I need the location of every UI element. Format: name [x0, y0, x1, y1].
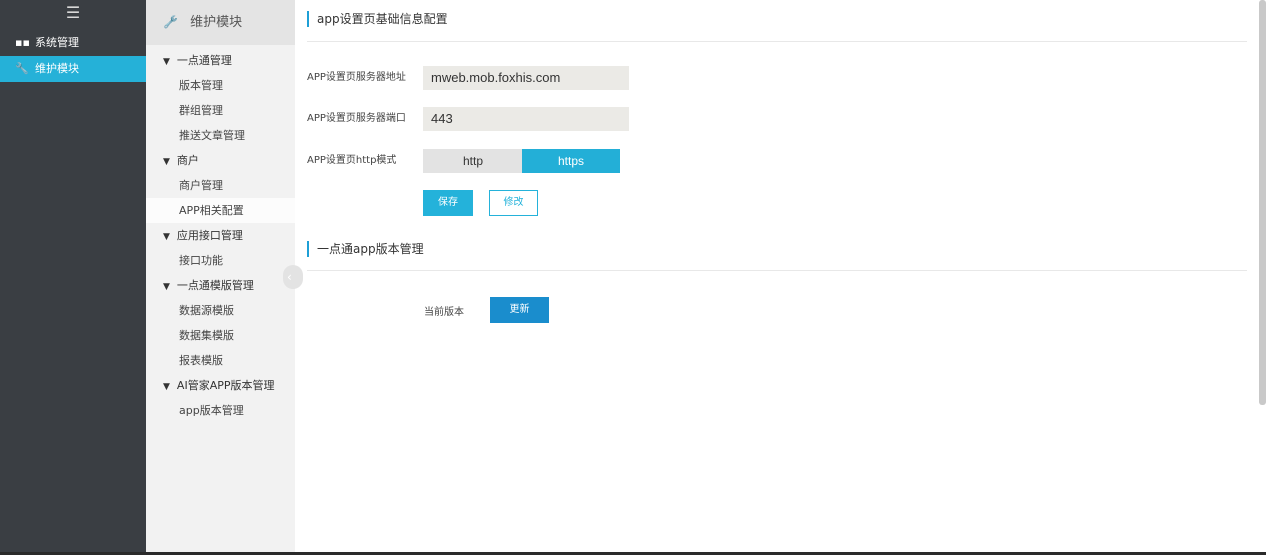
nav-item-maintenance[interactable]: 🔧 维护模块: [0, 56, 146, 82]
section-title-version: 一点通app版本管理: [307, 241, 424, 257]
edit-button[interactable]: 修改: [489, 190, 538, 216]
http-mode-label: APP设置页http模式: [307, 155, 397, 166]
nav-item-system[interactable]: ▪▪ 系统管理: [0, 30, 146, 56]
nav-item-label: 系统管理: [35, 36, 79, 49]
server-address-label: APP设置页服务器地址: [307, 72, 406, 83]
tree-group-ai-app[interactable]: ▼ AI管家APP版本管理: [146, 373, 295, 398]
server-port-input[interactable]: 443: [423, 107, 629, 131]
tree-item-app-config[interactable]: APP相关配置: [146, 198, 295, 223]
server-port-label: APP设置页服务器端口: [307, 113, 406, 124]
tree-item-groups[interactable]: 群组管理: [146, 98, 295, 123]
hamburger-icon[interactable]: ☰: [0, 0, 146, 30]
module-title: 🔧 维护模块: [146, 0, 295, 45]
tree-item-version[interactable]: 版本管理: [146, 73, 295, 98]
http-option-button[interactable]: http: [423, 149, 523, 173]
module-tree: ▼ 一点通管理 版本管理 群组管理 推送文章管理 ▼ 商户 商户管理 APP相关配置…: [146, 45, 295, 423]
caret-down-icon: ▼: [163, 232, 170, 242]
tree-item-dataset-template[interactable]: 数据集模版: [146, 323, 295, 348]
main-content: app设置页基础信息配置 APP设置页服务器地址 mweb.mob.foxhis…: [295, 0, 1255, 555]
grid-icon: ▪▪: [15, 36, 30, 49]
caret-down-icon: ▼: [163, 382, 170, 392]
tree-group-merchant[interactable]: ▼ 商户: [146, 148, 295, 173]
current-version-label: 当前版本: [424, 307, 464, 318]
tree-item-datasource-template[interactable]: 数据源模版: [146, 298, 295, 323]
page-scrollbar[interactable]: [1259, 0, 1266, 405]
tree-item-app-version[interactable]: app版本管理: [146, 398, 295, 423]
tree-group-yidiantong[interactable]: ▼ 一点通管理: [146, 48, 295, 73]
tree-item-merchant-mgmt[interactable]: 商户管理: [146, 173, 295, 198]
wrench-icon: 🔧: [15, 62, 29, 75]
tree-group-api[interactable]: ▼ 应用接口管理: [146, 223, 295, 248]
tree-item-report-template[interactable]: 报表模版: [146, 348, 295, 373]
main-sidebar: ☰ ▪▪ 系统管理 🔧 维护模块: [0, 0, 146, 555]
tree-group-templates[interactable]: ▼ 一点通模版管理: [146, 273, 295, 298]
divider: [307, 270, 1247, 271]
save-button[interactable]: 保存: [423, 190, 473, 216]
caret-down-icon: ▼: [163, 157, 170, 167]
wrench-icon: 🔧: [163, 15, 178, 29]
https-option-button[interactable]: https: [522, 149, 620, 173]
section-title-config: app设置页基础信息配置: [307, 11, 448, 27]
module-sidebar: 🔧 维护模块 ▼ 一点通管理 版本管理 群组管理 推送文章管理 ▼ 商户 商户管理 …: [146, 0, 295, 555]
server-address-input[interactable]: mweb.mob.foxhis.com: [423, 66, 629, 90]
tree-item-push-articles[interactable]: 推送文章管理: [146, 123, 295, 148]
caret-down-icon: ▼: [163, 57, 170, 67]
update-button[interactable]: 更新: [490, 297, 549, 323]
nav-item-label: 维护模块: [35, 62, 79, 75]
divider: [307, 41, 1247, 42]
tree-item-api-functions[interactable]: 接口功能: [146, 248, 295, 273]
caret-down-icon: ▼: [163, 282, 170, 292]
